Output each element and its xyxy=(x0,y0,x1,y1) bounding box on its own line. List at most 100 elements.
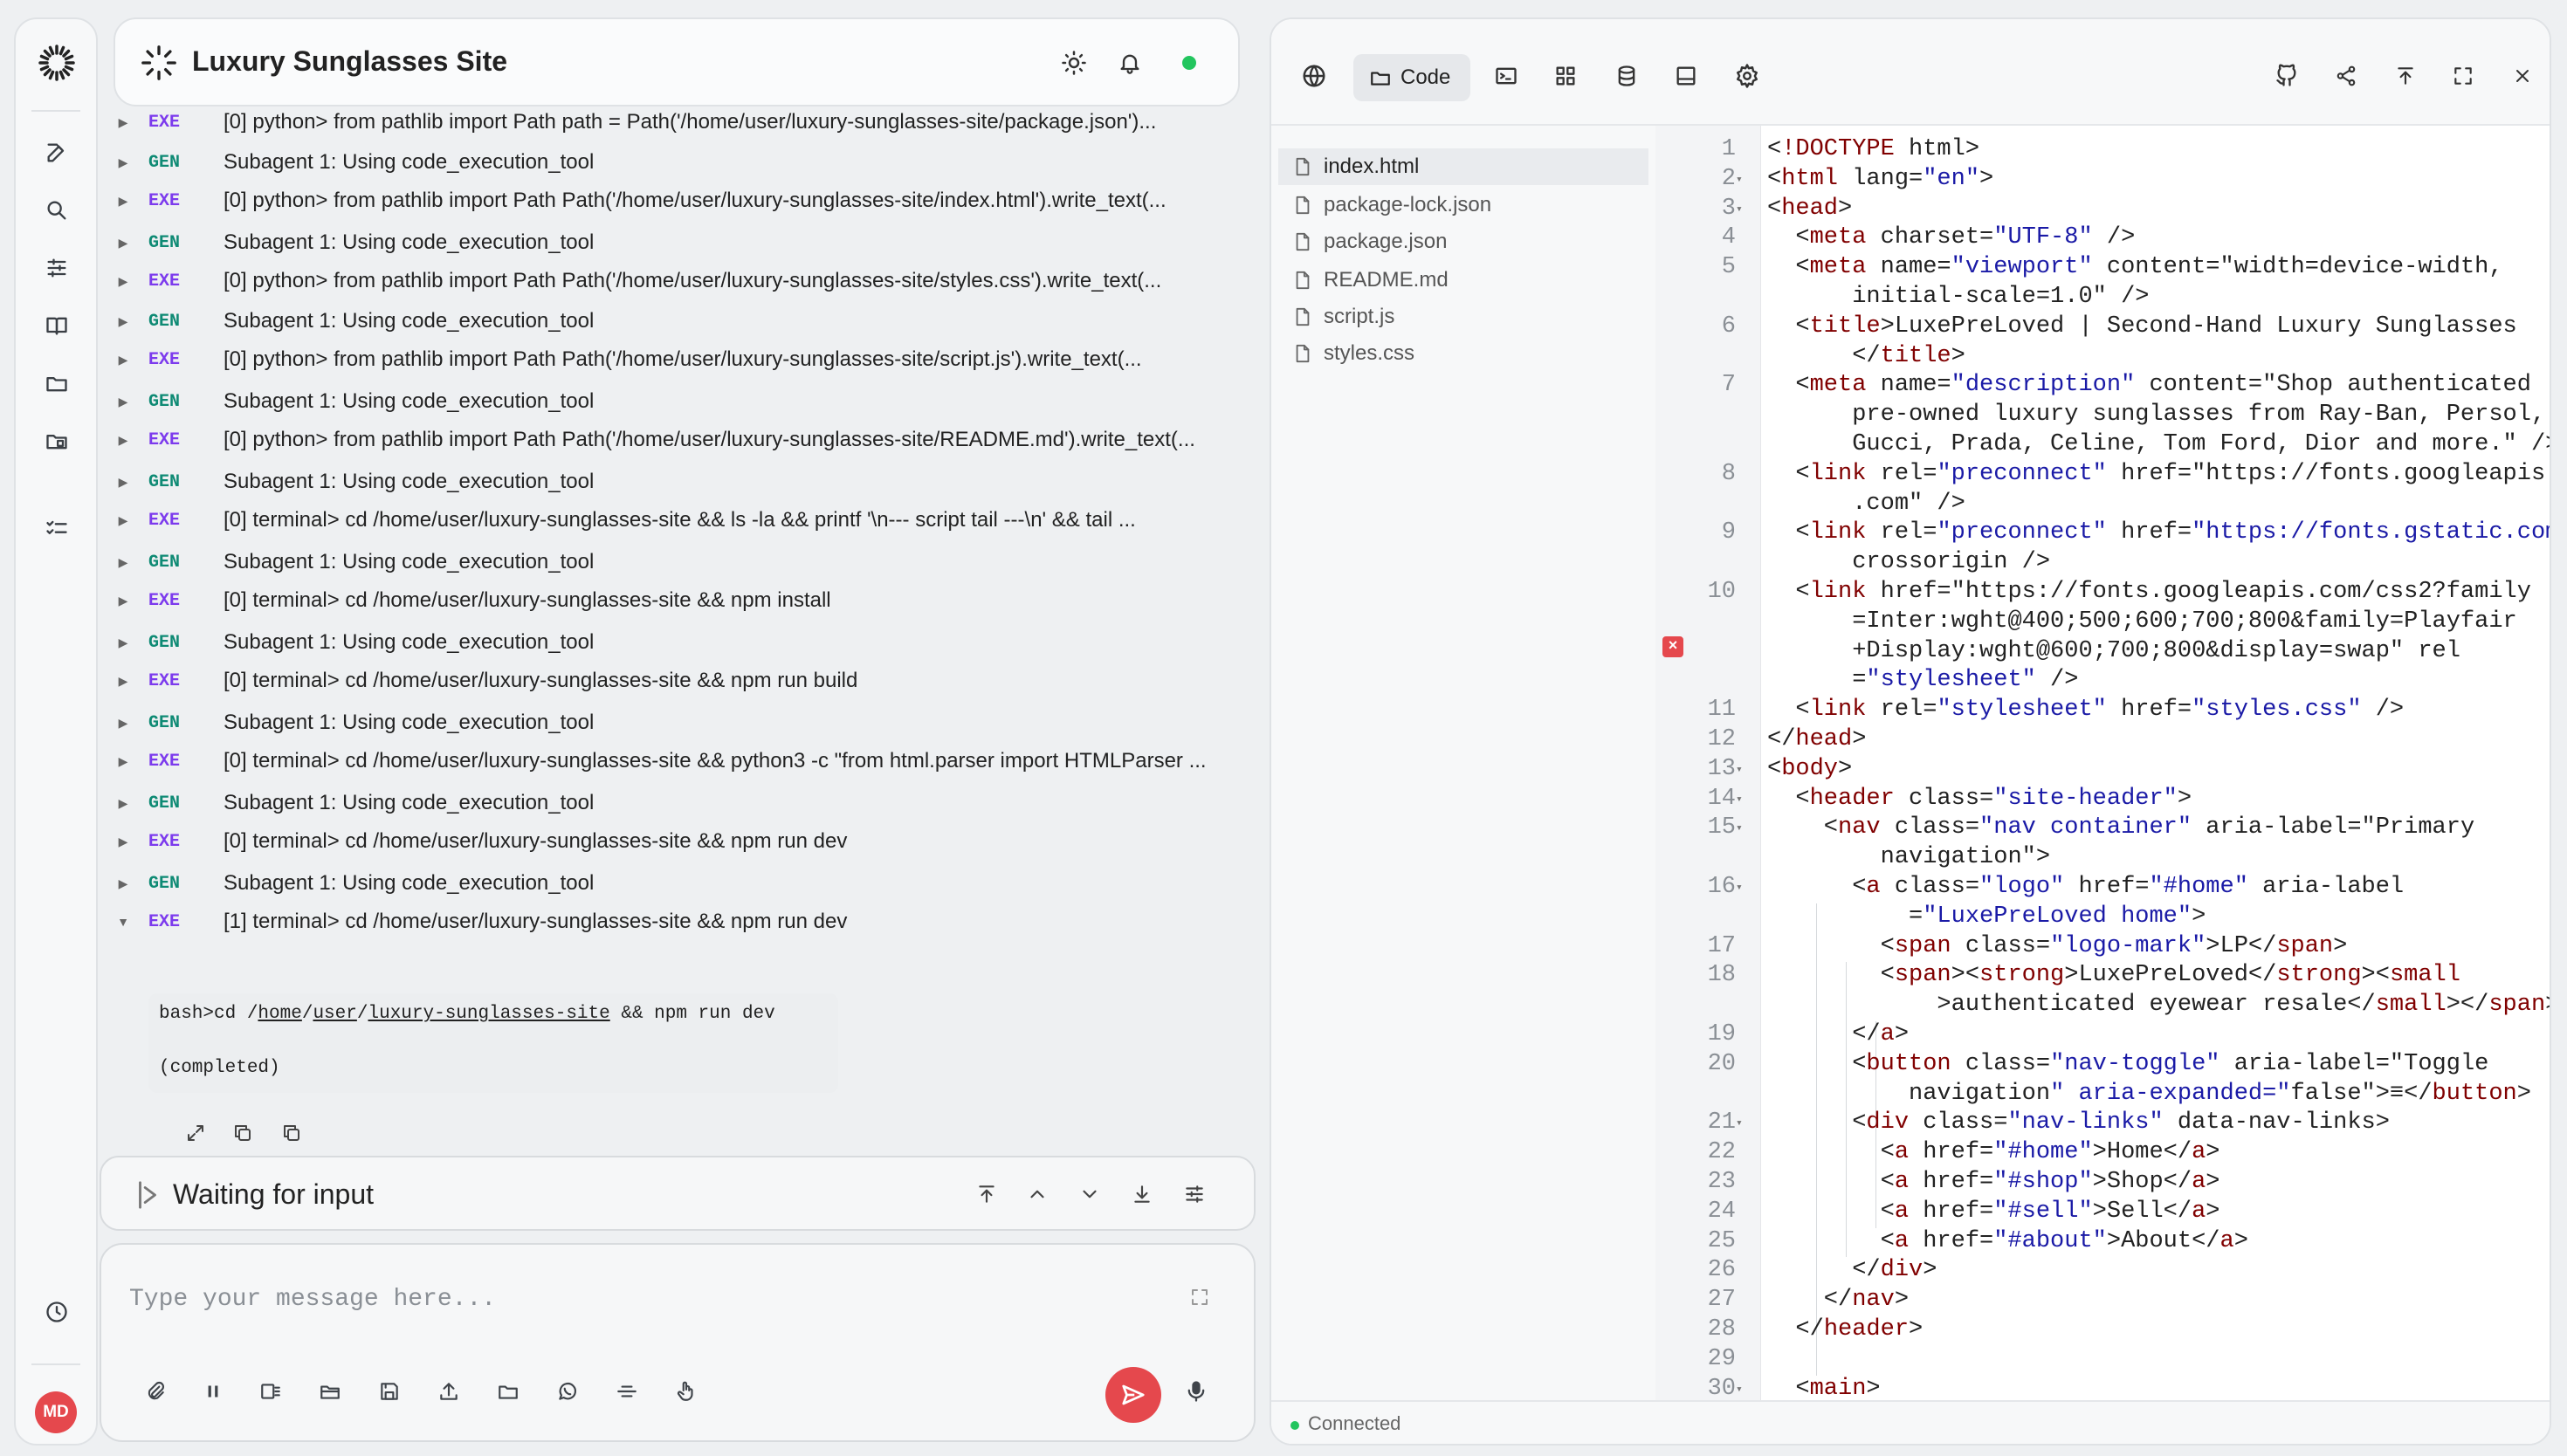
log-row[interactable]: ▶ EXE [0] terminal> cd /home/user/luxury-s… xyxy=(114,742,1240,780)
attach-paperclip-icon[interactable] xyxy=(140,1376,171,1407)
expand-caret-icon[interactable]: ▶ xyxy=(117,475,129,490)
strikethrough-icon[interactable] xyxy=(611,1376,643,1407)
book-icon[interactable] xyxy=(40,309,73,342)
hand-pointer-icon[interactable] xyxy=(671,1376,702,1407)
scroll-bottom-icon[interactable] xyxy=(1126,1178,1158,1210)
expand-caret-icon[interactable]: ▶ xyxy=(117,395,129,409)
log-row[interactable]: ▶ EXE [0] python> from pathlib import Path… xyxy=(114,421,1240,459)
file-item[interactable]: script.js xyxy=(1278,299,1648,335)
log-row[interactable]: ▼ EXE [1] terminal> cd /home/user/luxury-s… xyxy=(114,903,1240,941)
expand-caret-icon[interactable]: ▶ xyxy=(117,674,129,689)
grid-icon[interactable] xyxy=(1549,59,1582,93)
open-folder-icon[interactable] xyxy=(314,1376,346,1407)
fold-caret-icon[interactable]: ▾ xyxy=(1736,1116,1743,1130)
expand-caret-icon[interactable]: ▶ xyxy=(117,513,129,528)
expand-caret-icon[interactable]: ▶ xyxy=(117,834,129,849)
history-clock-icon[interactable] xyxy=(40,1295,73,1329)
fold-caret-icon[interactable]: ▾ xyxy=(1736,793,1743,806)
fullscreen-icon[interactable] xyxy=(2447,59,2480,93)
globe-icon[interactable] xyxy=(1297,59,1331,93)
log-row[interactable]: ▶ EXE [0] python> from pathlib import Path… xyxy=(114,103,1240,141)
pause-icon[interactable] xyxy=(197,1376,229,1407)
log-row[interactable]: ▶ GEN Subagent 1: Using code_execution_too… xyxy=(114,143,1240,182)
expand-icon[interactable] xyxy=(183,1121,208,1145)
expand-caret-icon[interactable]: ▶ xyxy=(117,194,129,209)
scroll-down-icon[interactable] xyxy=(1074,1178,1105,1210)
expand-input-icon[interactable] xyxy=(1189,1287,1210,1308)
fold-caret-icon[interactable]: ▾ xyxy=(1736,821,1743,834)
expand-caret-icon[interactable]: ▶ xyxy=(117,555,129,570)
fold-caret-icon[interactable]: ▾ xyxy=(1736,173,1743,186)
log-row[interactable]: ▶ GEN Subagent 1: Using code_execution_too… xyxy=(114,382,1240,421)
layout-panel-icon[interactable] xyxy=(1669,59,1703,93)
fold-caret-icon[interactable]: ▾ xyxy=(1736,763,1743,776)
checklist-icon[interactable] xyxy=(40,512,73,545)
filter-sliders-icon[interactable] xyxy=(1179,1178,1210,1210)
scroll-top-icon[interactable] xyxy=(971,1178,1002,1210)
log-row[interactable]: ▶ GEN Subagent 1: Using code_execution_too… xyxy=(114,864,1240,903)
log-row[interactable]: ▶ EXE [0] terminal> cd /home/user/luxury-s… xyxy=(114,501,1240,539)
expand-caret-icon[interactable]: ▶ xyxy=(117,754,129,769)
expand-caret-icon[interactable]: ▶ xyxy=(117,716,129,731)
log-row[interactable]: ▶ EXE [0] python> from pathlib import Path… xyxy=(114,340,1240,379)
microphone-icon[interactable] xyxy=(1180,1376,1212,1407)
folder-icon[interactable] xyxy=(40,367,73,400)
log-row[interactable]: ▶ GEN Subagent 1: Using code_execution_too… xyxy=(114,704,1240,742)
fold-caret-icon[interactable]: ▾ xyxy=(1736,881,1743,894)
search-icon[interactable] xyxy=(40,194,73,227)
log-row[interactable]: ▶ GEN Subagent 1: Using code_execution_too… xyxy=(114,223,1240,262)
theme-sun-icon[interactable] xyxy=(1058,47,1090,79)
share-icon[interactable] xyxy=(2330,59,2363,93)
expand-caret-icon[interactable]: ▶ xyxy=(117,353,129,367)
log-row[interactable]: ▶ EXE [0] terminal> cd /home/user/luxury-s… xyxy=(114,822,1240,861)
log-row[interactable]: ▶ EXE [0] python> from pathlib import Path… xyxy=(114,262,1240,300)
expand-caret-icon[interactable]: ▶ xyxy=(117,236,129,251)
expand-caret-icon[interactable]: ▶ xyxy=(117,274,129,289)
export-up-icon[interactable] xyxy=(2389,59,2422,93)
file-item[interactable]: package-lock.json xyxy=(1278,187,1648,223)
file-item[interactable]: index.html xyxy=(1278,148,1648,185)
log-row[interactable]: ▶ EXE [0] python> from pathlib import Path… xyxy=(114,182,1240,220)
upload-icon[interactable] xyxy=(433,1376,465,1407)
file-item[interactable]: styles.css xyxy=(1278,335,1648,372)
user-avatar[interactable]: MD xyxy=(35,1391,77,1433)
database-icon[interactable] xyxy=(1610,59,1643,93)
code-editor[interactable]: × 1 2 ▾ 3 ▾ 4 5 6 7 8 9 10 11 12 13 ▾ 14 ▾ 15 ▾ 16 ▾ 17 18 19 20 2… xyxy=(1655,126,2550,1402)
close-icon[interactable] xyxy=(2506,59,2539,93)
expand-caret-icon[interactable]: ▶ xyxy=(117,155,129,170)
save-icon[interactable] xyxy=(374,1376,405,1407)
log-row[interactable]: ▶ GEN Subagent 1: Using code_execution_too… xyxy=(114,543,1240,581)
fold-caret-icon[interactable]: ▾ xyxy=(1736,1383,1743,1396)
app-logo-icon[interactable] xyxy=(36,42,78,84)
log-row[interactable]: ▶ GEN Subagent 1: Using code_execution_too… xyxy=(114,623,1240,662)
expand-caret-icon[interactable]: ▶ xyxy=(117,796,129,811)
whatsapp-icon[interactable] xyxy=(552,1376,583,1407)
log-row[interactable]: ▶ GEN Subagent 1: Using code_execution_too… xyxy=(114,463,1240,501)
gear-icon[interactable] xyxy=(1731,59,1764,93)
expand-caret-icon[interactable]: ▶ xyxy=(117,594,129,608)
expand-caret-icon[interactable]: ▶ xyxy=(117,876,129,891)
collapse-caret-icon[interactable]: ▼ xyxy=(117,915,129,929)
expand-caret-icon[interactable]: ▶ xyxy=(117,314,129,329)
sliders-icon[interactable] xyxy=(40,251,73,285)
log-row[interactable]: ▶ EXE [0] terminal> cd /home/user/luxury-s… xyxy=(114,581,1240,620)
github-icon[interactable] xyxy=(2270,59,2303,93)
log-row[interactable]: ▶ GEN Subagent 1: Using code_execution_too… xyxy=(114,784,1240,822)
file-item[interactable]: README.md xyxy=(1278,262,1648,299)
folder-badge-icon[interactable] xyxy=(40,424,73,457)
notification-bell-icon[interactable] xyxy=(1114,47,1146,79)
expand-caret-icon[interactable]: ▶ xyxy=(117,115,129,130)
copy-icon[interactable] xyxy=(231,1121,255,1145)
folder-icon[interactable] xyxy=(492,1376,524,1407)
file-item[interactable]: package.json xyxy=(1278,223,1648,260)
send-button[interactable] xyxy=(1105,1367,1161,1423)
new-chat-icon[interactable] xyxy=(40,136,73,169)
tab-code[interactable]: Code xyxy=(1353,54,1470,101)
log-row[interactable]: ▶ EXE [0] terminal> cd /home/user/luxury-s… xyxy=(114,662,1240,700)
scroll-up-icon[interactable] xyxy=(1022,1178,1053,1210)
fold-caret-icon[interactable]: ▾ xyxy=(1736,203,1743,216)
expand-caret-icon[interactable]: ▶ xyxy=(117,635,129,650)
copy-output-icon[interactable] xyxy=(279,1121,304,1145)
message-input[interactable] xyxy=(127,1276,1161,1322)
expand-caret-icon[interactable]: ▶ xyxy=(117,433,129,448)
